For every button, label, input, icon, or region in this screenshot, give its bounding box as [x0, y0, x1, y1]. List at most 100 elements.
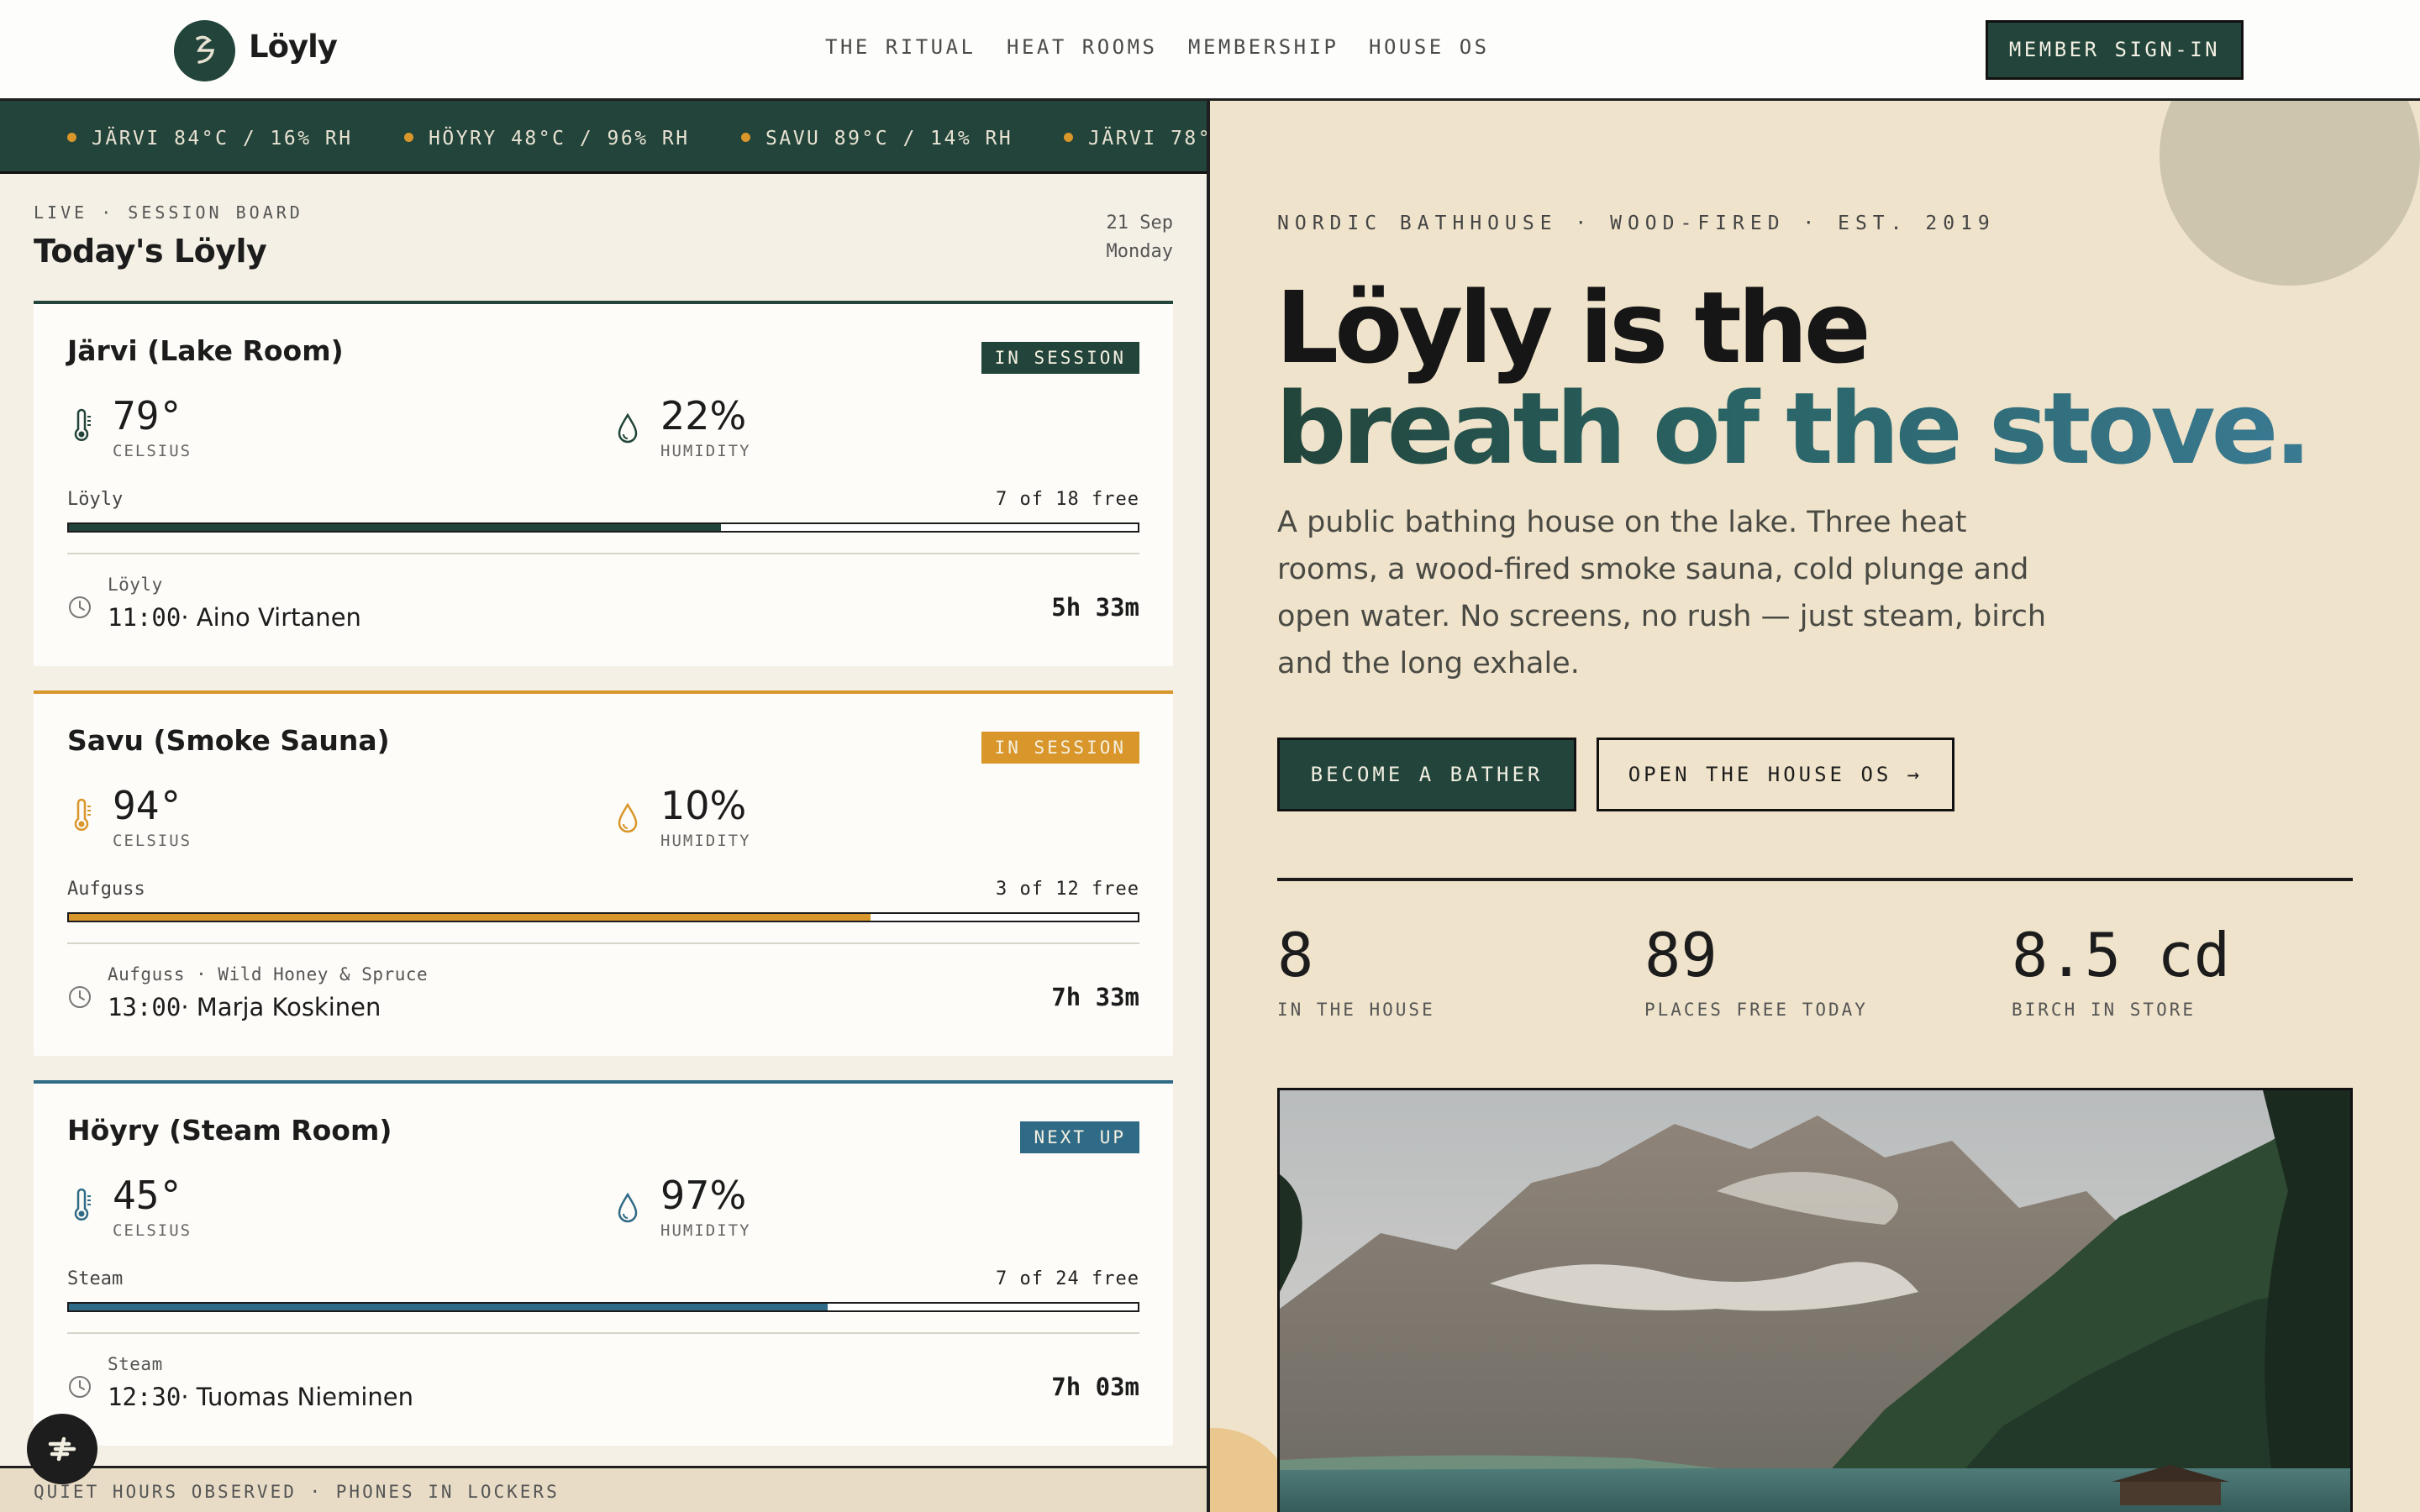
- nav-house-os[interactable]: HOUSE OS: [1369, 35, 1490, 59]
- humidity-unit: HUMIDITY: [660, 1221, 751, 1240]
- status-badge: IN SESSION: [981, 732, 1139, 764]
- occupancy-bar: [67, 522, 1139, 533]
- room-card-jarvi[interactable]: Järvi (Lake Room) IN SESSION 79° CELSIUS…: [34, 301, 1173, 666]
- lake-mountain-photo: [1277, 1088, 2353, 1512]
- occupancy-fill: [69, 914, 871, 921]
- places-free: 7 of 24 free: [996, 1268, 1139, 1289]
- card-separator: [67, 942, 1139, 944]
- occupancy-bar: [67, 1302, 1139, 1312]
- temperature-unit: CELSIUS: [113, 832, 192, 850]
- clock-icon: [69, 596, 91, 618]
- session-subtitle: Steam: [108, 1354, 163, 1374]
- status-dot-icon: [741, 133, 750, 142]
- hero-title-line-1: Löyly is the: [1276, 270, 1871, 386]
- room-name: Järvi (Lake Room): [67, 334, 344, 367]
- session-host: · Tuomas Nieminen: [181, 1383, 414, 1411]
- assistant-button[interactable]: [27, 1414, 97, 1484]
- room-ticker: JÄRVI 84°C / 16% RH HÖYRY 48°C / 96% RH …: [0, 101, 1208, 174]
- card-separator: [67, 553, 1139, 554]
- humidity-drop-icon: [618, 412, 638, 444]
- brand-name[interactable]: Löyly: [249, 29, 338, 65]
- become-bather-button[interactable]: BECOME A BATHER: [1277, 738, 1576, 811]
- session-duration[interactable]: 7h 03m: [1051, 1373, 1139, 1401]
- logo-icon[interactable]: [174, 20, 235, 81]
- landscape-image: [1280, 1090, 2350, 1512]
- humidity-unit: HUMIDITY: [660, 442, 751, 460]
- humidity-value: 22%: [660, 393, 747, 438]
- ticker-item: JÄRVI 78°: [1064, 128, 1208, 150]
- hero-description: A public bathing house on the lake. Thre…: [1277, 506, 2047, 680]
- humidity-value: 97%: [660, 1173, 747, 1218]
- card-separator: [67, 1332, 1139, 1334]
- room-name: Savu (Smoke Sauna): [67, 724, 390, 757]
- ritual-label: Löyly: [67, 489, 124, 510]
- ticker-item: JÄRVI 84°C / 16% RH: [67, 128, 353, 150]
- open-house-os-button[interactable]: OPEN THE HOUSE OS →: [1597, 738, 1954, 811]
- humidity-drop-icon: [618, 802, 638, 833]
- card-accent-bar: [34, 690, 1173, 694]
- session-detail: 13:00· Marja Koskinen: [108, 993, 381, 1021]
- session-time: 13:00: [108, 993, 182, 1021]
- room-card-hoyry[interactable]: Höyry (Steam Room) NEXT UP 45° CELSIUS 9…: [34, 1080, 1173, 1446]
- stat-places-free-label: PLACES FREE TODAY: [1644, 1000, 1868, 1020]
- humidity-drop-icon: [618, 1192, 638, 1223]
- session-host: · Aino Virtanen: [181, 603, 361, 632]
- hero-kicker: NORDIC BATHHOUSE · WOOD-FIRED · EST. 201…: [1277, 213, 1996, 234]
- session-duration[interactable]: 7h 33m: [1051, 983, 1139, 1011]
- house-rules-text: QUIET HOURS OBSERVED · PHONES IN LOCKERS: [34, 1482, 560, 1502]
- stat-birch-label: BIRCH IN STORE: [2012, 1000, 2196, 1020]
- thermometer-icon: [74, 1188, 91, 1221]
- stats-divider: [1277, 878, 2353, 881]
- temperature-unit: CELSIUS: [113, 1221, 192, 1240]
- occupancy-bar: [67, 912, 1139, 922]
- nav-membership[interactable]: MEMBERSHIP: [1188, 35, 1339, 59]
- card-accent-bar: [34, 1080, 1173, 1084]
- ritual-label: Aufguss: [67, 879, 145, 900]
- site-header: Löyly THE RITUAL HEAT ROOMS MEMBERSHIP H…: [0, 0, 2420, 101]
- status-dot-icon: [1064, 133, 1073, 142]
- member-signin-button[interactable]: MEMBER SIGN-IN: [1986, 20, 2244, 80]
- status-dot-icon: [404, 133, 413, 142]
- status-badge: IN SESSION: [981, 342, 1139, 374]
- board-date: 21 Sep Monday: [1106, 213, 1173, 262]
- clock-icon: [69, 986, 91, 1008]
- session-subtitle: Aufguss · Wild Honey & Spruce: [108, 964, 429, 984]
- ticker-item: HÖYRY 48°C / 96% RH: [404, 128, 690, 150]
- clock-icon: [69, 1376, 91, 1398]
- session-board: LIVE · SESSION BOARD Today's Löyly 21 Se…: [0, 174, 1207, 1512]
- board-title: Today's Löyly: [34, 233, 267, 270]
- session-detail: 11:00· Aino Virtanen: [108, 603, 361, 632]
- occupancy-fill: [69, 1304, 829, 1310]
- temperature-value: 94°: [113, 783, 183, 828]
- session-time: 12:30: [108, 1383, 182, 1411]
- stat-in-house-label: IN THE HOUSE: [1277, 1000, 1435, 1020]
- thermometer-icon: [74, 408, 91, 441]
- stat-places-free-value: 89: [1644, 920, 1718, 990]
- session-host: · Marja Koskinen: [181, 993, 381, 1021]
- house-rules-strip: QUIET HOURS OBSERVED · PHONES IN LOCKERS: [0, 1466, 1207, 1512]
- temperature-unit: CELSIUS: [113, 442, 192, 460]
- ritual-label: Steam: [67, 1268, 124, 1289]
- places-free: 3 of 12 free: [996, 879, 1139, 900]
- stat-in-house-value: 8: [1277, 920, 1314, 990]
- nav-the-ritual[interactable]: THE RITUAL: [825, 35, 976, 59]
- board-kicker: LIVE · SESSION BOARD: [34, 202, 303, 223]
- session-subtitle: Löyly: [108, 575, 163, 595]
- occupancy-fill: [69, 524, 721, 531]
- session-duration[interactable]: 5h 33m: [1051, 593, 1139, 622]
- places-free: 7 of 18 free: [996, 489, 1139, 510]
- room-name: Höyry (Steam Room): [67, 1114, 392, 1147]
- room-card-savu[interactable]: Savu (Smoke Sauna) IN SESSION 94° CELSIU…: [34, 690, 1173, 1056]
- ticker-item: SAVU 89°C / 14% RH: [741, 128, 1013, 150]
- hero-section: NORDIC BATHHOUSE · WOOD-FIRED · EST. 201…: [1210, 101, 2420, 1512]
- humidity-unit: HUMIDITY: [660, 832, 751, 850]
- thermometer-icon: [74, 798, 91, 831]
- session-time: 11:00: [108, 603, 182, 632]
- hero-title-line-2: breath of the stove.: [1276, 370, 2312, 486]
- card-accent-bar: [34, 301, 1173, 304]
- status-badge: NEXT UP: [1020, 1121, 1139, 1153]
- stat-birch-value: 8.5 cd: [2012, 920, 2231, 990]
- sun-decoration: [2160, 101, 2420, 286]
- nav-heat-rooms[interactable]: HEAT ROOMS: [1007, 35, 1158, 59]
- humidity-value: 10%: [660, 783, 747, 828]
